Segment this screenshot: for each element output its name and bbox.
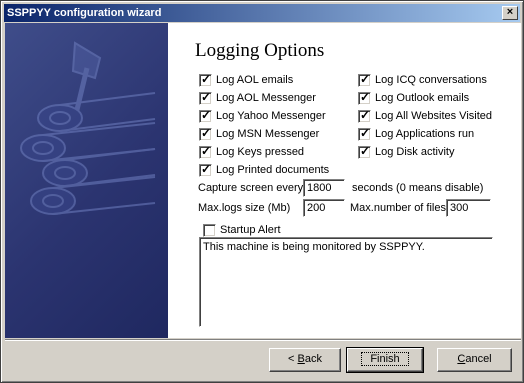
check-icon: ✓ [201, 143, 212, 158]
checkbox-startup-alert[interactable]: Startup Alert [203, 223, 281, 237]
checkbox-label: Log MSN Messenger [216, 128, 320, 140]
page-title: Logging Options [195, 40, 325, 61]
checkbox-label: Log AOL emails [216, 74, 294, 86]
check-icon: ✓ [201, 125, 212, 140]
checkbox-log-disk-activity[interactable]: ✓ Log Disk activity [358, 143, 455, 159]
check-icon: ✓ [201, 161, 212, 176]
checkbox-log-aol-messenger[interactable]: ✓ Log AOL Messenger [199, 89, 316, 105]
back-button[interactable]: < Back [269, 348, 341, 372]
checkbox-log-aol-emails[interactable]: ✓ Log AOL emails [199, 71, 294, 87]
close-button[interactable]: × [502, 6, 518, 20]
checkbox-log-applications-run[interactable]: ✓ Log Applications run [358, 125, 475, 141]
checkbox-log-msn-messenger[interactable]: ✓ Log MSN Messenger [199, 125, 320, 141]
check-icon: ✓ [360, 71, 371, 86]
side-panel [5, 23, 168, 338]
max-logs-input[interactable]: 200 [303, 199, 345, 217]
check-icon: ✓ [360, 125, 371, 140]
alert-message-textarea[interactable]: This machine is being monitored by SSPPY… [199, 237, 493, 327]
check-icon: ✓ [360, 107, 371, 122]
checkbox-label: Log Outlook emails [375, 92, 470, 104]
checkbox-label: Log All Websites Visited [375, 110, 492, 122]
window-title: SSPPYY configuration wizard [7, 7, 162, 19]
checkbox-label: Log Yahoo Messenger [216, 110, 326, 122]
checkbox-label: Log ICQ conversations [375, 74, 487, 86]
close-icon: × [506, 6, 514, 18]
cancel-button[interactable]: Cancel [437, 348, 512, 372]
capture-interval-input[interactable]: 1800 [303, 179, 345, 197]
checkbox-label: Log Disk activity [375, 146, 455, 158]
axe-in-logs-graphic [20, 41, 156, 215]
checkbox-log-all-websites[interactable]: ✓ Log All Websites Visited [358, 107, 492, 123]
title-bar[interactable]: SSPPYY configuration wizard × [4, 4, 520, 22]
content-panel: Logging Options ✓ Log AOL emails ✓ Log A… [168, 23, 521, 338]
check-icon: ✓ [201, 107, 212, 122]
checkbox-log-outlook-emails[interactable]: ✓ Log Outlook emails [358, 89, 470, 105]
alert-message-text: This machine is being monitored by SSPPY… [203, 241, 425, 253]
finish-button[interactable]: Finish [346, 347, 424, 373]
checkbox-log-yahoo-messenger[interactable]: ✓ Log Yahoo Messenger [199, 107, 326, 123]
button-divider [5, 339, 521, 341]
check-icon: ✓ [201, 89, 212, 104]
checkbox-label: Log AOL Messenger [216, 92, 316, 104]
checkbox-label: Log Printed documents [216, 164, 330, 176]
checkbox-label: Log Keys pressed [216, 146, 305, 158]
check-icon: ✓ [360, 89, 371, 104]
max-files-input[interactable]: 300 [446, 199, 491, 217]
check-icon: ✓ [201, 71, 212, 86]
checkbox-label: Startup Alert [220, 224, 281, 236]
checkbox-log-icq-conversations[interactable]: ✓ Log ICQ conversations [358, 71, 487, 87]
max-logs-label: Max.logs size (Mb) [198, 202, 291, 214]
checkbox-log-keys-pressed[interactable]: ✓ Log Keys pressed [199, 143, 305, 159]
capture-screen-label: Capture screen every [198, 182, 304, 194]
checkbox-label: Log Applications run [375, 128, 475, 140]
wizard-window: SSPPYY configuration wizard × Logging Op… [0, 0, 524, 383]
max-files-label: Max.number of files [350, 202, 446, 214]
capture-seconds-hint: seconds (0 means disable) [352, 182, 484, 194]
checkbox-log-printed-documents[interactable]: ✓ Log Printed documents [199, 161, 330, 177]
check-icon: ✓ [360, 143, 371, 158]
